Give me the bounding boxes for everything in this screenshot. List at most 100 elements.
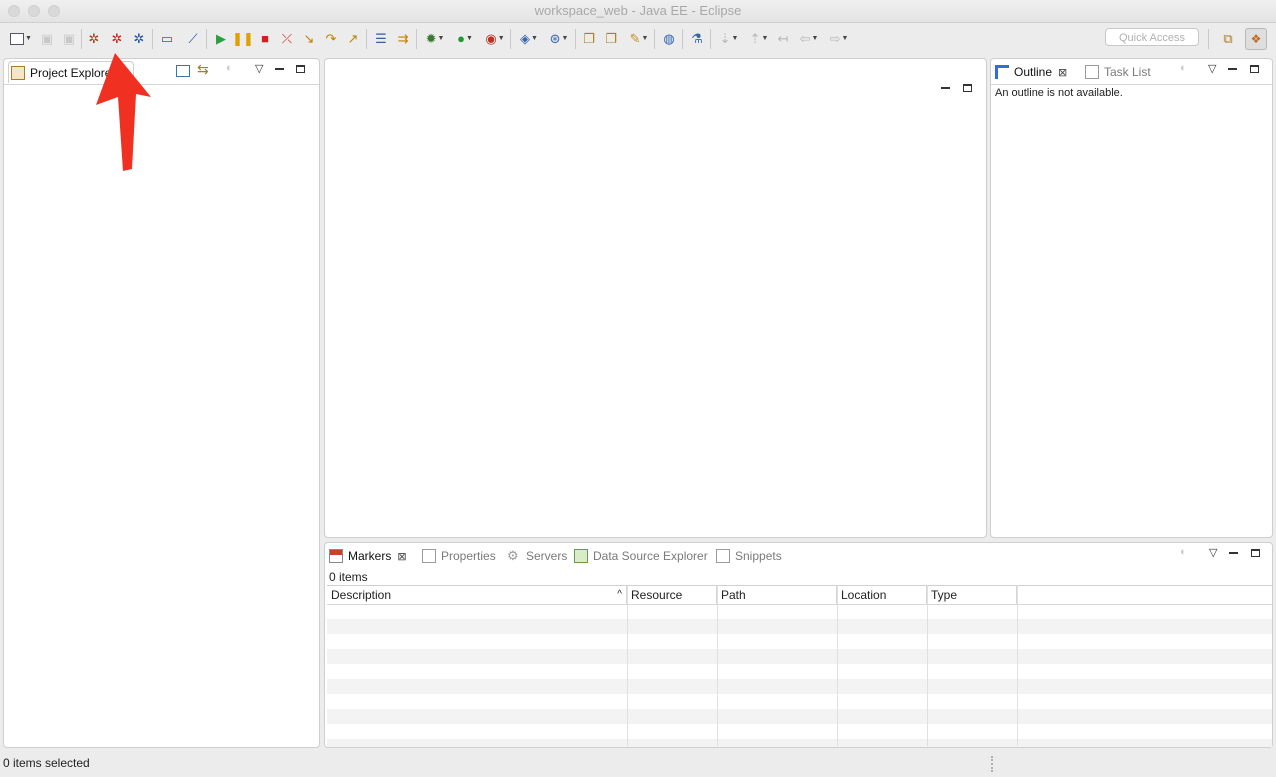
markers-panel: Markers ⊠ Properties ⚙ Servers Data Sour… [324, 542, 1273, 748]
stop-server-icon[interactable]: ✲ [108, 30, 126, 48]
open-task-icon[interactable]: ❐ [602, 30, 620, 48]
column-divider [1017, 585, 1018, 746]
snippets-icon [716, 549, 730, 563]
run-icon[interactable]: ● ▼ [452, 30, 478, 48]
debug-icon[interactable]: ✹ ▼ [422, 30, 448, 48]
new-server-icon[interactable]: ◈ ▼ [516, 30, 542, 48]
tab-data-source-explorer[interactable]: Data Source Explorer [574, 546, 708, 566]
minimize-icon[interactable] [1229, 552, 1238, 554]
external-tools-icon[interactable]: ⚗ [688, 30, 706, 48]
close-icon[interactable]: ⊠ [397, 550, 406, 563]
table-row [327, 739, 1272, 747]
new-wizard-icon[interactable]: ▼ [8, 30, 34, 48]
step-over-icon[interactable]: ↷ [322, 30, 340, 48]
toolbar-separator [682, 29, 683, 49]
open-perspective-icon[interactable]: ⧉ [1217, 28, 1239, 50]
open-web-browser-icon[interactable]: ◍ [660, 30, 678, 48]
column-header-location[interactable]: Location [837, 586, 927, 604]
editor-minimize-icon[interactable] [941, 87, 950, 89]
column-label: Description [331, 588, 392, 602]
quick-access-field[interactable]: Quick Access [1105, 28, 1199, 46]
open-type-icon[interactable]: ❐ [580, 30, 598, 48]
disconnect-icon[interactable]: ⤫ [278, 30, 296, 48]
publish-server-icon[interactable]: ✲ [130, 30, 148, 48]
table-row [327, 679, 1272, 694]
focus-active-task-icon[interactable]: ◐ [1180, 62, 1187, 74]
toolbar-separator [654, 29, 655, 49]
minimize-icon[interactable] [1228, 68, 1237, 70]
view-menu-icon[interactable]: ▽ [1208, 62, 1216, 75]
tab-label: Properties [441, 549, 496, 563]
project-explorer-tabbar: Project Explorer ⇆ ◐ ▽ [4, 59, 319, 85]
search-icon[interactable]: ✎ ▼ [626, 30, 652, 48]
close-icon[interactable]: ⊠ [1058, 66, 1067, 79]
data-source-icon [574, 549, 588, 563]
table-row [327, 724, 1272, 739]
tab-properties[interactable]: Properties [422, 546, 496, 566]
console-icon[interactable]: ▭ [158, 30, 176, 48]
focus-active-task-icon[interactable]: ◐ [1180, 546, 1187, 558]
maximize-icon[interactable] [1250, 65, 1259, 73]
suspend-icon[interactable]: ❚❚ [232, 30, 254, 48]
toolbar-separator [575, 29, 576, 49]
link-with-editor-icon[interactable]: ⇆ [197, 61, 209, 78]
window-titlebar: workspace_web - Java EE - Eclipse [0, 0, 1276, 23]
tab-servers[interactable]: ⚙ Servers [507, 546, 567, 566]
skip-breakpoints-icon[interactable]: ⟋ [184, 30, 202, 48]
next-annotation-icon[interactable]: ⇣ ▼ [716, 30, 742, 48]
column-header-resource[interactable]: Resource [627, 586, 717, 604]
outline-panel: Outline ⊠ Task List ◐ ▽ An outline is no… [990, 58, 1273, 538]
save-all-icon[interactable]: ▣ [60, 30, 78, 48]
tab-markers[interactable]: Markers ⊠ [329, 546, 407, 566]
maximize-icon[interactable] [296, 65, 305, 73]
main-toolbar: ▼ ▣ ▣ ✲ ✲ ✲ ▭ ⟋ ▶ ❚❚ ■ ⤫ ↘ ↷ ↗ ☰ ⇉ ✹ ▼ ● ▼… [0, 23, 1276, 55]
tab-label: Outline [1014, 65, 1053, 79]
outline-message: An outline is not available. [995, 87, 1123, 99]
step-return-icon[interactable]: ↗ [344, 30, 362, 48]
resume-icon[interactable]: ▶ [212, 30, 230, 48]
bottom-tabbar: Markers ⊠ Properties ⚙ Servers Data Sour… [325, 543, 1272, 568]
column-header-description[interactable]: Description ^ [327, 586, 627, 604]
maximize-icon[interactable] [1251, 549, 1260, 557]
java-ee-perspective-icon[interactable]: ❖ [1245, 28, 1267, 50]
toolbar-separator [206, 29, 207, 49]
tab-snippets[interactable]: Snippets [716, 546, 782, 566]
minimize-icon[interactable] [275, 68, 284, 70]
collapse-all-icon[interactable] [176, 65, 190, 77]
toolbar-separator [510, 29, 511, 49]
tab-task-list[interactable]: Task List [1085, 62, 1151, 82]
status-bar: 0 items selected [0, 751, 1276, 777]
previous-annotation-icon[interactable]: ⇡ ▼ [746, 30, 772, 48]
debug-server-icon[interactable]: ✲ [85, 30, 103, 48]
view-menu-icon[interactable]: ▽ [1209, 546, 1217, 559]
terminate-icon[interactable]: ■ [256, 30, 274, 48]
status-bar-splitter[interactable] [991, 756, 995, 772]
forward-icon[interactable]: ⇨ ▼ [826, 30, 852, 48]
new-class-icon[interactable]: ⊛ ▼ [546, 30, 572, 48]
markers-table-header: Description ^ Resource Path Location Typ… [327, 585, 1272, 605]
save-icon[interactable]: ▣ [38, 30, 56, 48]
view-menu-icon[interactable]: ▽ [255, 62, 263, 75]
markers-icon [329, 549, 343, 563]
run-on-server-icon[interactable]: ◉ ▼ [482, 30, 508, 48]
outline-icon [995, 65, 1009, 79]
red-arrow-annotation [96, 53, 151, 171]
table-row [327, 619, 1272, 634]
column-header-path[interactable]: Path [717, 586, 837, 604]
step-into-icon[interactable]: ↘ [300, 30, 318, 48]
focus-active-task-icon[interactable]: ◐ [226, 62, 233, 74]
properties-icon [422, 549, 436, 563]
editor-maximize-icon[interactable] [963, 84, 972, 92]
status-text: 0 items selected [3, 756, 90, 770]
column-header-type[interactable]: Type [927, 586, 1017, 604]
use-step-filters-icon[interactable]: ⇉ [394, 30, 412, 48]
toolbar-separator [152, 29, 153, 49]
back-icon[interactable]: ⇦ ▼ [796, 30, 822, 48]
tab-outline[interactable]: Outline ⊠ [995, 62, 1067, 82]
last-edit-location-icon[interactable]: ↤ [774, 30, 792, 48]
toolbar-separator [710, 29, 711, 49]
toolbar-separator [366, 29, 367, 49]
drop-to-frame-icon[interactable]: ☰ [372, 30, 390, 48]
table-row [327, 649, 1272, 664]
tab-label: Data Source Explorer [593, 549, 708, 563]
